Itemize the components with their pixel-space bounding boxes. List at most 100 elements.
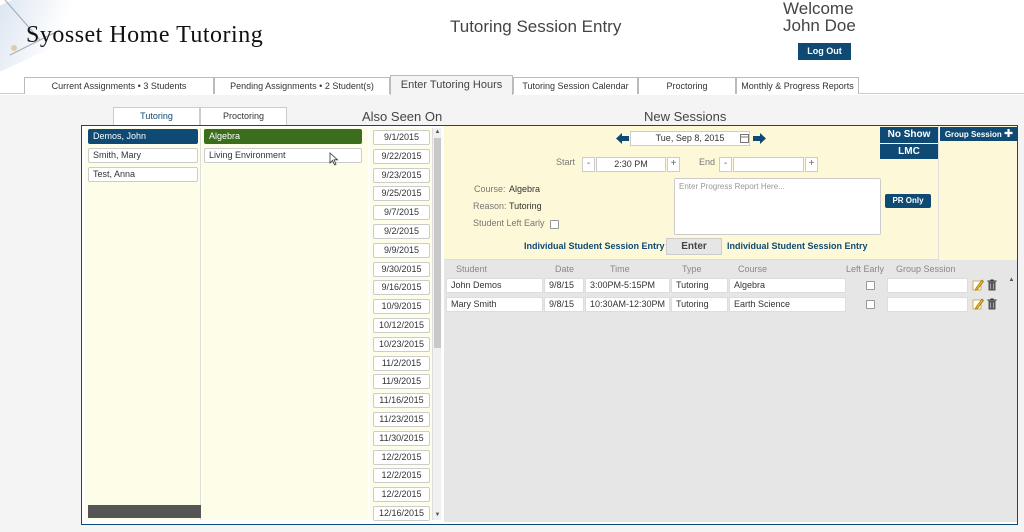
date-field[interactable]: Tue, Sep 8, 2015 <box>630 131 750 146</box>
group-session-button[interactable]: Group Session ✚ <box>940 127 1018 141</box>
mouse-cursor-icon <box>329 152 339 166</box>
tab-current-assignments[interactable]: Current Assignments • 3 Students <box>24 77 214 94</box>
group-session-panel: No Show LMC Group Session ✚ <box>880 126 1018 260</box>
no-show-button[interactable]: No Show <box>880 127 938 143</box>
also-seen-on-title: Also Seen On <box>362 109 443 124</box>
date-item[interactable]: 11/23/2015 <box>373 412 430 427</box>
grid-scrollbar[interactable]: ▲ <box>1007 276 1017 520</box>
subtab-proctoring[interactable]: Proctoring <box>200 107 287 125</box>
start-decrement-button[interactable]: - <box>582 157 595 172</box>
student-item[interactable]: Smith, Mary <box>88 148 198 163</box>
edit-icon[interactable] <box>972 298 984 310</box>
date-item[interactable]: 11/30/2015 <box>373 430 430 446</box>
left-early-checkbox[interactable] <box>866 281 875 290</box>
start-time-field[interactable]: 2:30 PM <box>596 157 666 172</box>
logout-button[interactable]: Log Out <box>798 43 851 60</box>
date-item[interactable]: 9/23/2015 <box>373 167 430 183</box>
tab-session-calendar[interactable]: Tutoring Session Calendar <box>513 77 638 94</box>
course-list: Algebra Living Environment <box>202 128 368 520</box>
cell-type: Tutoring <box>671 278 728 293</box>
student-item[interactable]: Demos, John <box>88 129 198 144</box>
scroll-up-icon[interactable]: ▲ <box>433 128 442 137</box>
student-item[interactable]: Test, Anna <box>88 167 198 182</box>
tab-pending-assignments[interactable]: Pending Assignments • 2 Student(s) <box>214 77 390 94</box>
edit-icon[interactable] <box>972 279 984 291</box>
end-decrement-button[interactable]: - <box>719 157 732 172</box>
date-scrollbar[interactable]: ▲ ▼ <box>432 128 441 520</box>
student-list-footer <box>88 505 201 518</box>
cell-course: Algebra <box>729 278 846 293</box>
group-session-field[interactable] <box>887 278 968 293</box>
header: Syosset Home Tutoring Tutoring Session E… <box>0 0 1024 74</box>
tab-proctoring[interactable]: Proctoring <box>638 77 736 94</box>
lmc-button[interactable]: LMC <box>880 144 938 159</box>
cell-type: Tutoring <box>671 297 728 312</box>
main-tabs: Current Assignments • 3 Students Pending… <box>0 75 1024 95</box>
col-header-type: Type <box>682 264 702 274</box>
date-item[interactable]: 9/9/2015 <box>373 242 430 258</box>
course-item[interactable]: Algebra <box>204 129 362 144</box>
user-name: John Doe <box>783 16 856 35</box>
end-increment-button[interactable]: + <box>805 157 818 172</box>
progress-report-textarea[interactable]: Enter Progress Report Here... <box>674 178 881 235</box>
trash-icon[interactable] <box>986 298 998 310</box>
left-early-checkbox[interactable] <box>866 300 875 309</box>
reason-label: Reason: <box>473 201 507 211</box>
col-header-student: Student <box>456 264 488 274</box>
sessions-grid: Student Date Time Type Course Left Early… <box>444 260 1017 522</box>
next-date-icon[interactable] <box>753 133 766 144</box>
start-label: Start <box>556 157 576 167</box>
date-item[interactable]: 12/16/2015 <box>373 506 430 521</box>
start-increment-button[interactable]: + <box>667 157 680 172</box>
plus-icon: ✚ <box>1003 128 1014 140</box>
col-header-date: Date <box>555 264 575 274</box>
reason-value: Tutoring <box>509 201 542 211</box>
col-header-time: Time <box>610 264 630 274</box>
enter-button[interactable]: Enter <box>666 238 722 255</box>
date-value: Tue, Sep 8, 2015 <box>655 133 725 143</box>
group-session-label: Group Session <box>944 130 1002 139</box>
date-item[interactable]: 10/9/2015 <box>373 299 430 315</box>
group-session-field[interactable] <box>887 297 968 312</box>
tab-enter-tutoring-hours[interactable]: Enter Tutoring Hours <box>390 75 513 95</box>
pr-only-button[interactable]: PR Only <box>885 194 931 208</box>
prev-date-icon[interactable] <box>616 133 629 144</box>
date-item[interactable]: 11/9/2015 <box>373 374 430 390</box>
date-item[interactable]: 9/2/2015 <box>373 224 430 239</box>
col-header-course: Course <box>738 264 768 274</box>
trash-icon[interactable] <box>986 279 998 291</box>
scroll-up-icon[interactable]: ▲ <box>1007 276 1016 285</box>
end-time-field[interactable] <box>733 157 804 172</box>
date-item[interactable]: 9/25/2015 <box>373 186 430 202</box>
content-area: Tutoring Proctoring Also Seen On New Ses… <box>0 95 1024 532</box>
cell-time: 10:30AM-12:30PM <box>585 297 670 312</box>
date-item[interactable]: 9/7/2015 <box>373 205 430 221</box>
also-seen-on-list: 9/1/2015 9/22/2015 9/23/2015 9/25/2015 9/7/2… <box>370 128 442 521</box>
date-item[interactable]: 12/2/2015 <box>373 449 430 465</box>
date-item[interactable]: 11/2/2015 <box>373 355 430 371</box>
left-early-label: Student Left Early <box>473 218 545 228</box>
calendar-icon[interactable] <box>740 134 749 143</box>
cell-course: Earth Science <box>729 297 846 312</box>
individual-entry-link-right[interactable]: Individual Student Session Entry <box>727 241 868 251</box>
date-item[interactable]: 12/2/2015 <box>373 487 430 503</box>
date-item[interactable]: 11/16/2015 <box>373 393 430 409</box>
scrollbar-thumb[interactable] <box>434 138 441 348</box>
date-item[interactable]: 10/12/2015 <box>373 318 430 333</box>
date-item[interactable]: 9/30/2015 <box>373 261 430 277</box>
date-item[interactable]: 9/16/2015 <box>373 280 430 296</box>
student-list: Demos, John Smith, Mary Test, Anna <box>85 128 201 520</box>
date-item[interactable]: 9/1/2015 <box>373 130 430 145</box>
date-item[interactable]: 10/23/2015 <box>373 336 430 352</box>
scroll-down-icon[interactable]: ▼ <box>433 511 442 520</box>
date-item[interactable]: 12/2/2015 <box>373 468 430 484</box>
tab-reports[interactable]: Monthly & Progress Reports <box>736 77 859 94</box>
new-sessions-title: New Sessions <box>644 109 727 124</box>
cell-student: John Demos <box>446 278 543 293</box>
left-early-checkbox[interactable] <box>550 220 559 229</box>
individual-entry-link-left[interactable]: Individual Student Session Entry <box>524 241 665 251</box>
welcome-message: Welcome John Doe <box>783 0 856 34</box>
date-item[interactable]: 9/22/2015 <box>373 148 430 164</box>
logo[interactable]: Syosset Home Tutoring <box>26 22 263 49</box>
subtab-tutoring[interactable]: Tutoring <box>113 107 200 125</box>
